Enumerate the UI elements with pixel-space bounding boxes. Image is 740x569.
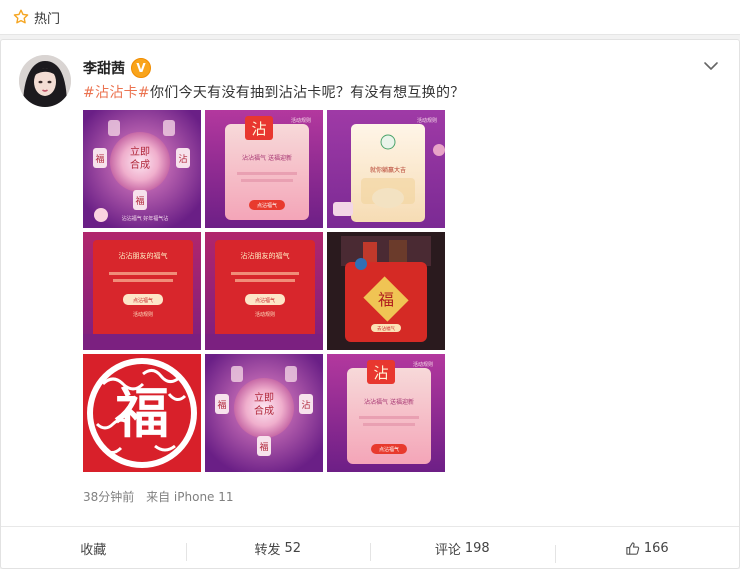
hashtag-link[interactable]: #沾沾卡# [83,85,150,101]
post-image-7[interactable]: 福 [83,354,201,472]
post-image-9[interactable]: 沾 活动规则 沾沾福气 送福迎新 点沾福气 [327,354,445,472]
card-glyph: 福 [217,399,226,411]
card-heading: 沾沾福气 送福迎新 [364,398,414,406]
post-text: #沾沾卡#你们今天有没有抽到沾沾卡呢？有没有想互换的？ [83,82,465,102]
card-button: 点沾福气 [257,202,277,209]
card-heading: 沾沾朋友的福气 [241,251,290,260]
section-title: 热门 [34,11,61,27]
rules-label: 活动规则 [291,117,311,124]
post-image-4[interactable]: 沾沾朋友的福气 点沾福气 活动规则 [83,232,201,350]
verified-badge-icon: V [131,58,151,78]
post-image-3[interactable]: 就你躺赢大吉 活动规则 [327,110,445,228]
rules-label: 活动规则 [413,361,433,368]
top-bar: 热门 [0,0,740,35]
like-button[interactable]: 166 [554,540,740,563]
badge-glyph: 沾 [373,364,388,382]
avatar[interactable] [19,55,71,107]
post-body: 你们今天有没有抽到沾沾卡呢？有没有想互换的？ [149,85,465,101]
user-name[interactable]: 李甜茜 V [83,58,151,78]
star-icon [12,8,30,26]
orb-text-2: 合成 [130,158,150,171]
fu-glyph: 福 [378,290,394,309]
card-glyph: 沾 [178,153,187,165]
rules-label: 活动规则 [417,117,437,124]
card-glyph: 福 [135,195,144,207]
repost-button[interactable]: 转发 52 [185,539,371,561]
orb-text-1: 立即 [254,391,274,404]
rules-link: 活动规则 [255,311,275,318]
card-heading: 就你躺赢大吉 [370,166,406,174]
card-glyph: 福 [259,441,268,453]
repost-count: 52 [284,540,302,556]
repost-label: 转发 [254,542,281,558]
post-time[interactable]: 38分钟前 [83,490,134,504]
card-button: 点沾福气 [255,297,275,304]
post-image-5[interactable]: 沾沾朋友的福气 点沾福气 活动规则 [205,232,323,350]
post-meta: 38分钟前 来自 iPhone 11 [83,488,234,505]
orb-text-2: 合成 [254,404,274,417]
card-heading: 沾沾福气 送福迎新 [242,154,292,162]
post-source: 来自 iPhone 11 [146,490,234,504]
action-bar: 收藏 转发 52 评论 198 166 [1,526,739,569]
orb-text-1: 立即 [130,145,150,158]
chevron-down-icon[interactable] [703,60,719,72]
card-button: 去沾福气 [377,325,395,332]
badge-glyph: 沾 [251,120,266,138]
image-caption: 沾沾福气 好年福气沾 [122,215,169,222]
post-image-6[interactable]: 福 去沾福气 [327,232,445,350]
card-glyph: 福 [95,153,104,165]
post-card: 李甜茜 V #沾沾卡#你们今天有没有抽到沾沾卡呢？有没有想互换的？ 立即 合成 … [0,39,740,569]
favorite-label: 收藏 [80,542,107,558]
favorite-button[interactable]: 收藏 [1,539,186,558]
like-count: 166 [643,540,669,556]
thumbs-up-icon [626,541,640,555]
card-button: 点沾福气 [379,446,399,453]
user-name-text[interactable]: 李甜茜 [83,58,125,78]
image-grid: 立即 合成 福 沾 福 沾沾福气 好年福气沾 沾 活动规则 沾沾福气 送福迎新 … [83,110,445,472]
post-image-8[interactable]: 立即 合成 福 沾 福 [205,354,323,472]
post-image-1[interactable]: 立即 合成 福 沾 福 沾沾福气 好年福气沾 [83,110,201,228]
post-image-2[interactable]: 沾 活动规则 沾沾福气 送福迎新 点沾福气 [205,110,323,228]
comment-button[interactable]: 评论 198 [370,539,555,561]
card-button: 点沾福气 [133,297,153,304]
comment-count: 198 [464,540,490,556]
card-heading: 沾沾朋友的福气 [119,251,168,260]
comment-label: 评论 [434,542,461,558]
card-glyph: 沾 [301,399,310,411]
rules-link: 活动规则 [133,311,153,318]
fu-glyph: 福 [114,382,169,445]
